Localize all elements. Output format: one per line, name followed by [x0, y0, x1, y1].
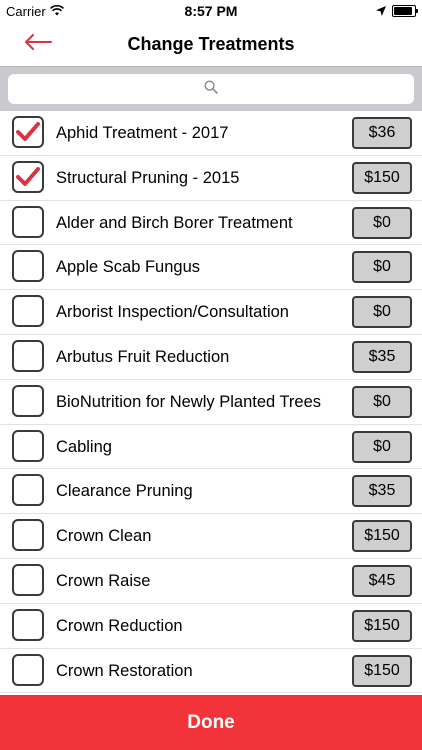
treatment-row[interactable]: Cabling $0 [0, 425, 422, 470]
treatment-checkbox[interactable] [12, 429, 44, 462]
treatment-checkbox[interactable] [12, 160, 44, 193]
treatment-label: Structural Pruning - 2015 [56, 168, 240, 187]
treatment-label: Apple Scab Fungus [56, 258, 201, 277]
checkmark-icon [16, 122, 40, 141]
treatment-checkbox[interactable] [12, 339, 44, 372]
treatment-price[interactable]: $150 [352, 520, 412, 553]
battery-icon [392, 5, 418, 17]
treatment-label: Cabling [56, 437, 112, 456]
treatment-row[interactable]: Arborist Inspection/Consultation $0 [0, 290, 422, 335]
treatment-checkbox[interactable] [12, 474, 44, 507]
treatment-checkbox[interactable] [12, 384, 44, 417]
treatment-row[interactable]: Crown Restoration $150 [0, 649, 422, 694]
treatment-price[interactable]: $0 [352, 206, 412, 239]
treatment-label: Aphid Treatment - 2017 [56, 124, 229, 142]
treatment-checkbox[interactable] [12, 563, 44, 596]
treatment-label: Crown Raise [56, 571, 151, 590]
treatment-checkbox[interactable] [12, 205, 44, 238]
checkmark-icon [16, 166, 40, 186]
navigation-bar: Change Treatments [0, 22, 422, 67]
treatment-label: BioNutrition for Newly Planted Trees [56, 392, 322, 411]
status-right [376, 4, 418, 19]
treatment-list: Aphid Treatment - 2017 $36 Structural Prun… [0, 111, 422, 694]
treatment-price[interactable]: $0 [352, 430, 412, 463]
treatment-row[interactable]: Arbutus Fruit Reduction $35 [0, 335, 422, 380]
treatment-label: Crown Clean [56, 527, 152, 546]
treatment-row[interactable]: Crown Raise $45 [0, 559, 422, 604]
treatment-checkbox[interactable] [12, 519, 44, 552]
treatment-checkbox[interactable] [12, 116, 44, 148]
treatment-checkbox[interactable] [12, 250, 44, 283]
treatment-row[interactable]: Apple Scab Fungus $0 [0, 245, 422, 291]
treatment-row[interactable]: Crown Clean $150 [0, 514, 422, 559]
treatment-price[interactable]: $0 [352, 251, 412, 284]
treatment-price[interactable]: $150 [352, 161, 412, 194]
treatment-label: Crown Restoration [56, 661, 193, 680]
treatment-row[interactable]: Structural Pruning - 2015 $150 [0, 156, 422, 201]
treatment-checkbox[interactable] [12, 295, 44, 328]
treatment-price[interactable]: $150 [352, 654, 412, 687]
treatment-label: Arborist Inspection/Consultation [56, 303, 289, 322]
treatment-row[interactable]: Aphid Treatment - 2017 $36 [0, 111, 422, 156]
status-bar: Carrier 8:57 PM [0, 0, 422, 22]
treatment-price[interactable]: $0 [352, 296, 412, 329]
treatment-price[interactable]: $150 [352, 609, 412, 642]
status-left: Carrier [6, 4, 64, 19]
treatment-price[interactable]: $35 [352, 340, 412, 373]
treatment-row[interactable]: Alder and Birch Borer Treatment $0 [0, 201, 422, 246]
treatment-price[interactable]: $35 [352, 475, 412, 508]
search-icon [204, 79, 218, 99]
done-button[interactable]: Done [0, 695, 422, 750]
page-title: Change Treatments [127, 34, 295, 54]
treatment-checkbox[interactable] [12, 653, 44, 686]
treatment-row[interactable]: Crown Reduction $150 [0, 604, 422, 649]
treatment-label: Crown Reduction [56, 616, 183, 635]
treatment-price[interactable]: $36 [352, 117, 412, 149]
treatment-row[interactable]: Clearance Pruning $35 [0, 469, 422, 515]
wifi-icon [49, 4, 64, 19]
location-icon [376, 4, 386, 19]
carrier-label: Carrier [6, 3, 46, 19]
treatment-price[interactable]: $0 [352, 385, 412, 418]
search-input[interactable] [8, 74, 414, 104]
treatment-row[interactable]: BioNutrition for Newly Planted Trees $0 [0, 380, 422, 425]
treatment-label: Clearance Pruning [56, 482, 193, 501]
treatment-price[interactable]: $45 [352, 564, 412, 597]
treatment-label: Arbutus Fruit Reduction [56, 347, 230, 366]
search-bar [0, 67, 422, 111]
treatment-label: Alder and Birch Borer Treatment [56, 213, 293, 232]
treatment-checkbox[interactable] [12, 608, 44, 641]
